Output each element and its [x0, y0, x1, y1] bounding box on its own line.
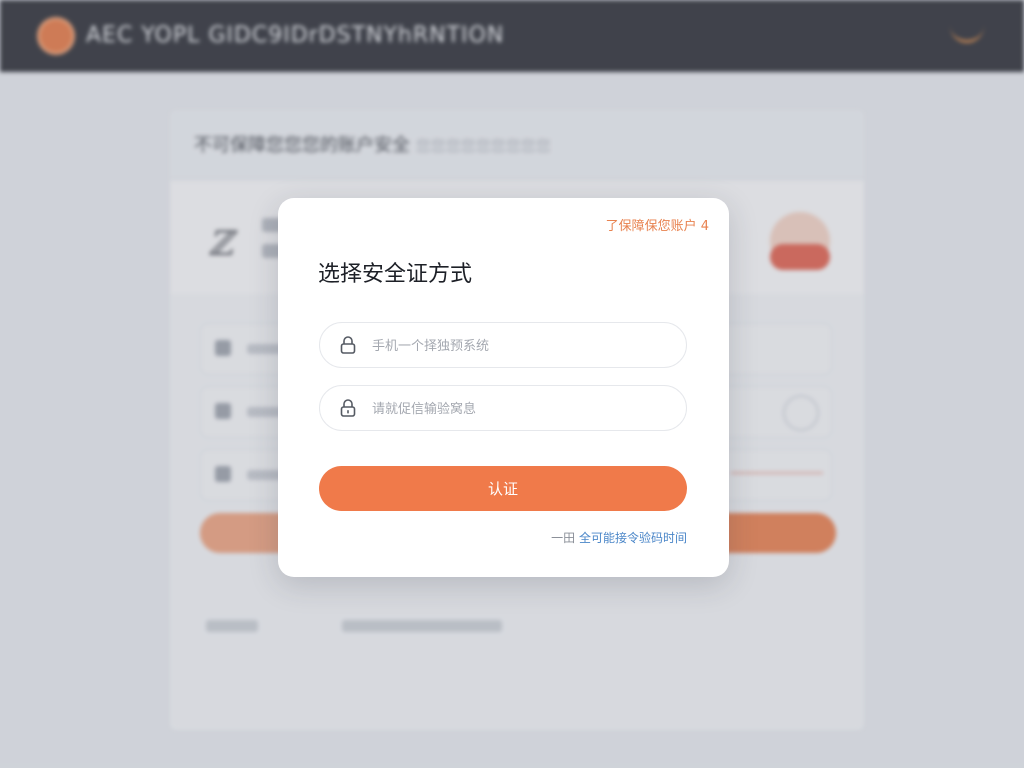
account-security-link[interactable]: 了保障保您账户 4	[606, 215, 709, 234]
dialog-title: 选择安全证方式	[318, 262, 473, 287]
code-timing-link[interactable]: 全可能接令验码时间	[579, 531, 687, 545]
verification-code-input[interactable]	[370, 386, 674, 432]
phone-input-wrapper[interactable]	[319, 322, 687, 369]
code-input-wrapper[interactable]	[319, 385, 687, 432]
user-lock-icon	[339, 335, 357, 355]
padlock-icon	[339, 398, 357, 418]
phone-input[interactable]	[370, 323, 674, 369]
verify-button[interactable]: 认证	[319, 466, 687, 511]
auth-method-dialog: 了保障保您账户 4 选择安全证方式 认证 一田 全可能接令验码时间	[278, 198, 729, 577]
help-prefix: 一田	[551, 531, 576, 545]
help-text: 一田 全可能接令验码时间	[551, 529, 687, 546]
